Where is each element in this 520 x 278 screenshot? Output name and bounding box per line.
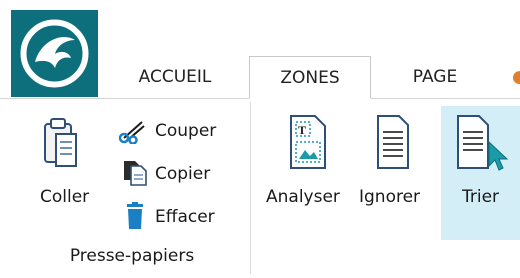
paste-button-label[interactable]: Coller [40,187,89,207]
paste-icon[interactable] [42,116,78,174]
analyze-button[interactable]: Analyser [266,187,340,207]
copy-button[interactable]: Copier [155,164,210,184]
clipboard-group-label: Presse-papiers [69,246,195,266]
sort-button[interactable]: Trier [462,187,499,207]
app-logo-icon [20,19,89,88]
tab-accueil[interactable]: ACCUEIL [115,56,235,98]
analyze-icon[interactable]: T [288,114,328,174]
svg-text:T: T [298,123,306,137]
scissors-icon[interactable] [118,118,146,148]
tab-zones[interactable]: ZONES [249,56,371,99]
group-separator [250,102,251,274]
app-logo[interactable] [11,10,98,97]
ignore-button[interactable]: Ignorer [359,187,420,207]
tab-page[interactable]: PAGE [385,56,485,98]
tab-partial[interactable]: ● [512,56,520,98]
cut-button[interactable]: Couper [155,121,216,141]
copy-icon[interactable] [122,158,148,190]
trash-icon[interactable] [125,202,145,234]
clear-button[interactable]: Effacer [155,207,215,227]
ignore-icon[interactable] [375,114,411,174]
sort-icon[interactable] [455,114,515,180]
